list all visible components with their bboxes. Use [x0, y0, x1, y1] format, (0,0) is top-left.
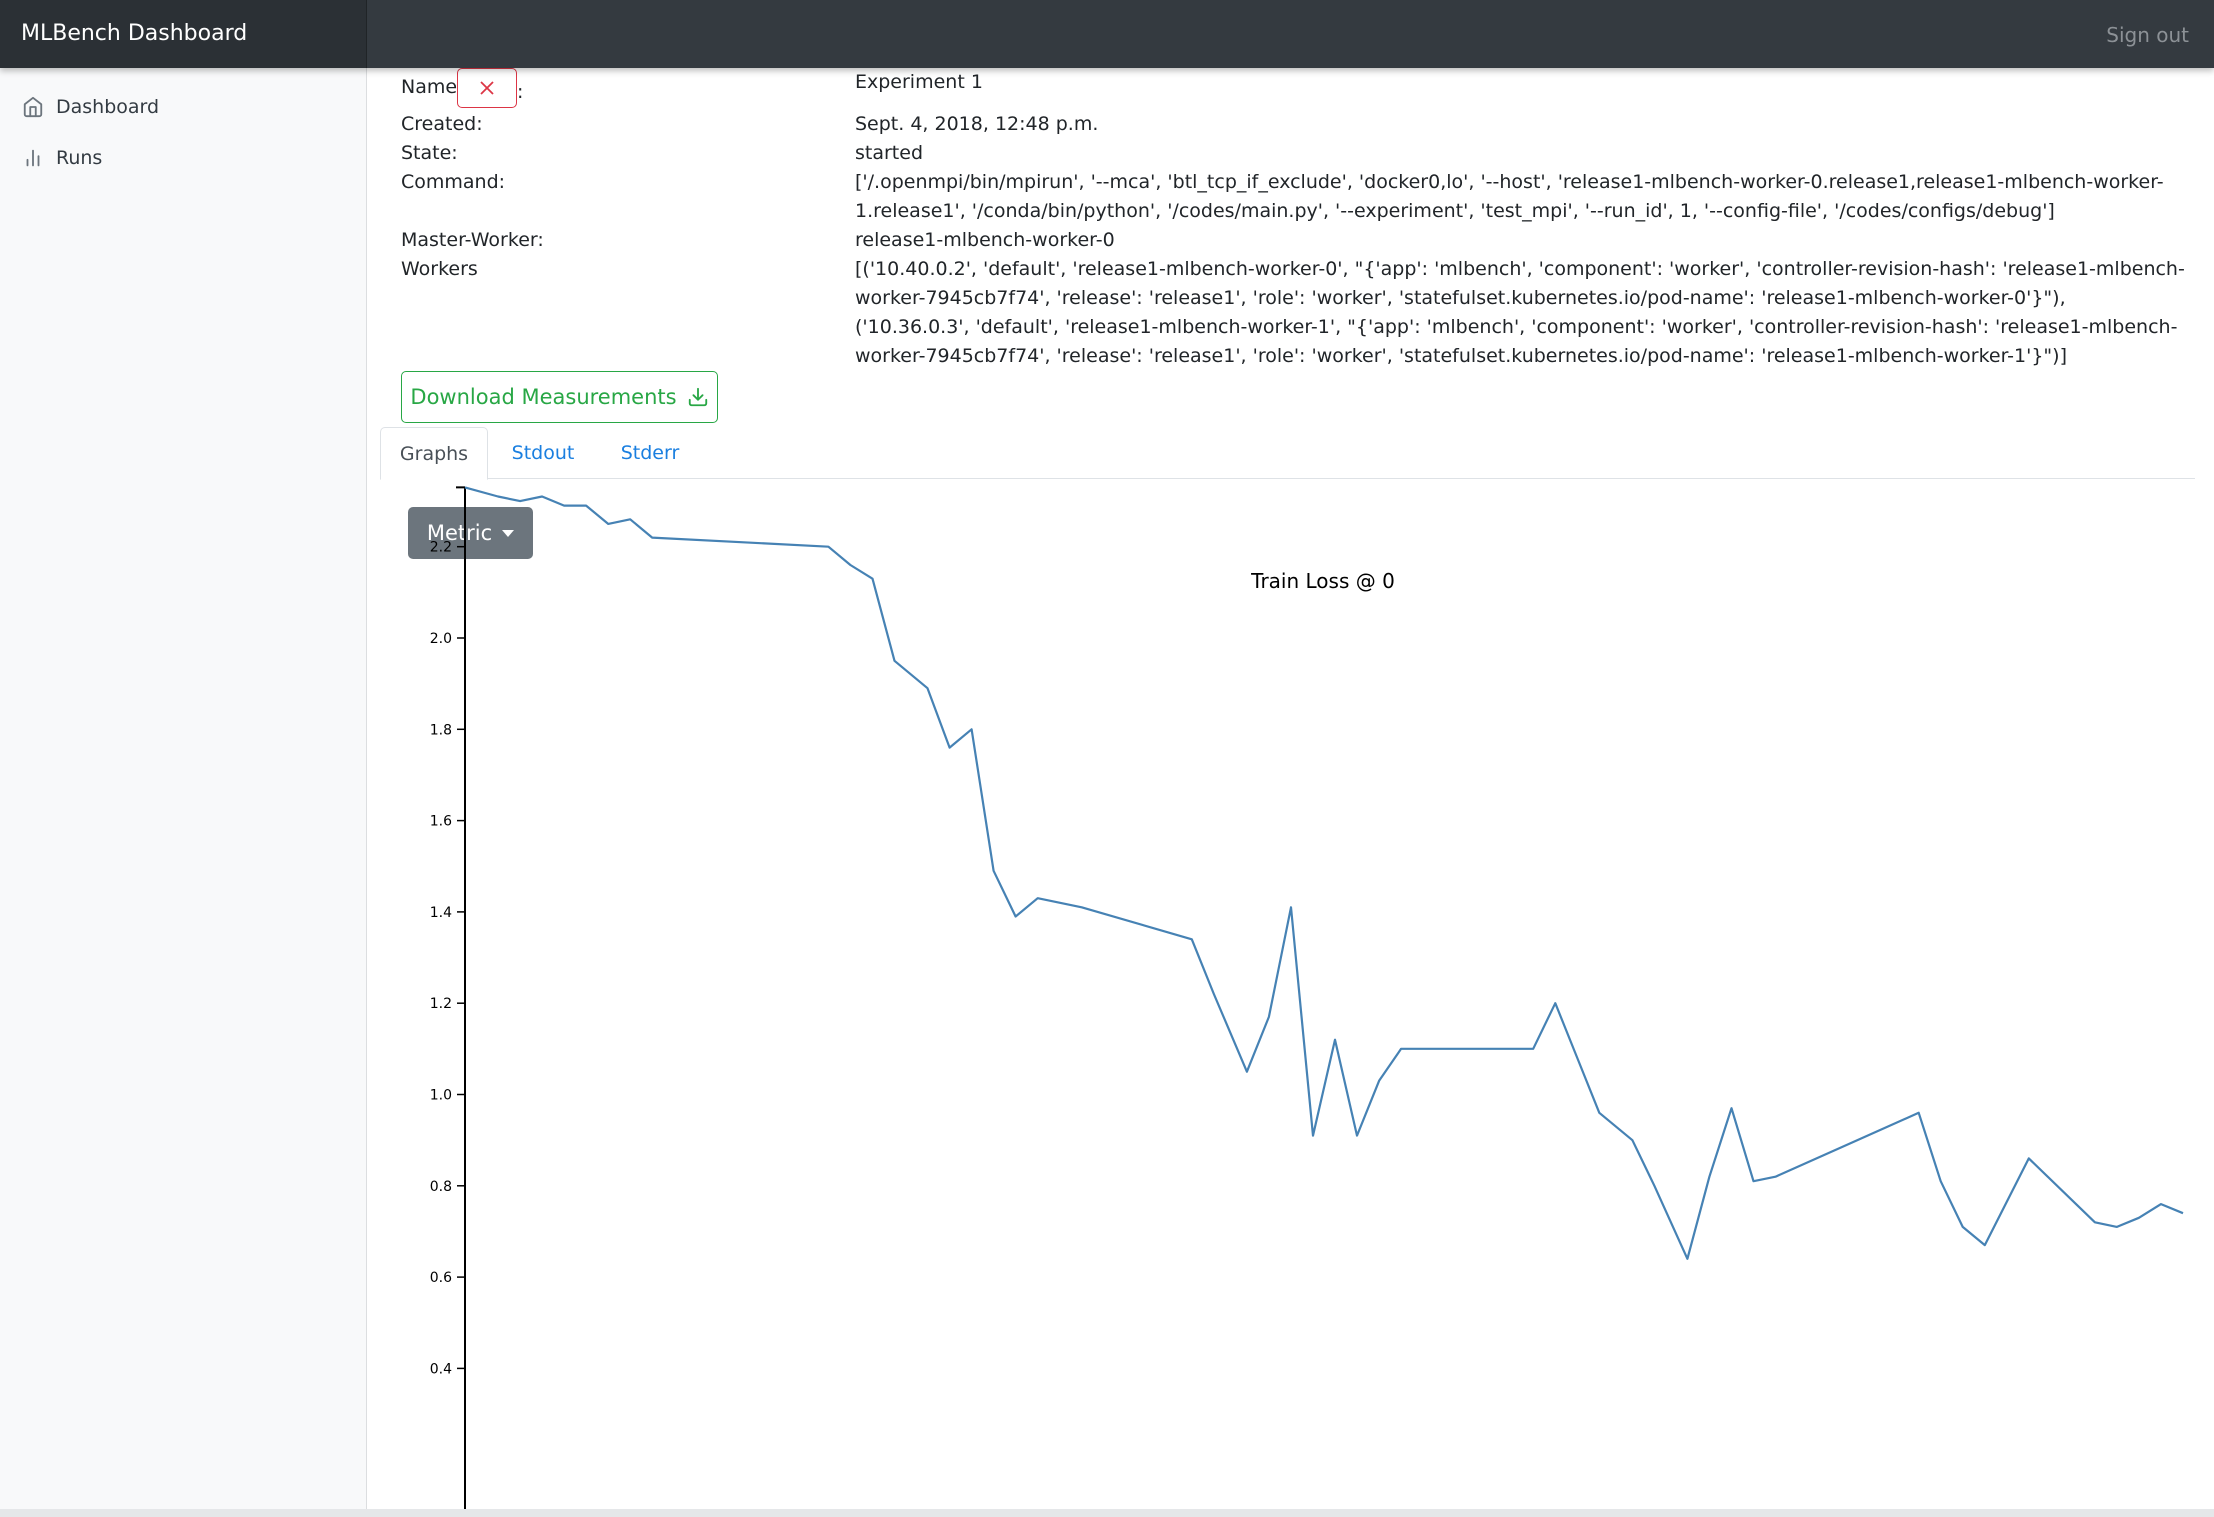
sidebar-item-dashboard[interactable]: Dashboard [22, 92, 159, 122]
metric-label: Metric [426, 521, 493, 545]
state-value: started [855, 142, 924, 164]
workers-label: Workers [401, 258, 478, 280]
master-worker-label: Master-Worker: [401, 229, 544, 251]
delete-run-button[interactable] [457, 68, 517, 108]
bar-chart-icon [26, 149, 40, 167]
master-worker-value: release1-mlbench-worker-0 [855, 229, 1115, 251]
home-icon [23, 96, 43, 118]
tab-graphs[interactable]: Graphs [380, 427, 488, 480]
metric-dropdown-button[interactable]: Metric [408, 507, 533, 559]
download-label: Download Measurements [410, 385, 677, 409]
created-value: Sept. 4, 2018, 12:48 p.m. [855, 113, 1099, 135]
name-value: Experiment 1 [855, 71, 983, 93]
sidebar-item-runs[interactable]: Runs [22, 143, 102, 173]
tab-bar: Graphs Stdout Stderr [380, 427, 2195, 480]
top-navbar: MLBench Dashboard Sign out [0, 0, 2214, 68]
workers-value: [('10.40.0.2', 'default', 'release1-mlbe… [855, 258, 2185, 367]
command-label: Command: [401, 171, 506, 193]
caret-down-icon [502, 529, 515, 537]
download-icon [688, 387, 707, 407]
name-colon: : [517, 81, 524, 103]
command-value: ['/.openmpi/bin/mpirun', '--mca', 'btl_t… [855, 171, 2164, 222]
state-label: State: [401, 142, 458, 164]
close-icon [480, 81, 494, 95]
sidebar-item-label: Runs [56, 147, 103, 169]
sidebar: Dashboard Runs [0, 68, 367, 1509]
horizontal-scrollbar[interactable] [0, 1509, 2214, 1517]
sign-out-link[interactable]: Sign out [2106, 0, 2189, 68]
created-label: Created: [401, 113, 483, 135]
tab-stdout[interactable]: Stdout [493, 427, 593, 480]
brand-title[interactable]: MLBench Dashboard [0, 0, 367, 68]
sidebar-item-label: Dashboard [56, 96, 160, 118]
main-content: Name : Experiment 1 Created: Sept. 4, 20… [380, 68, 2200, 1509]
tab-stderr[interactable]: Stderr [600, 427, 700, 480]
name-label: Name [401, 76, 458, 98]
download-measurements-button[interactable]: Download Measurements [401, 371, 718, 423]
